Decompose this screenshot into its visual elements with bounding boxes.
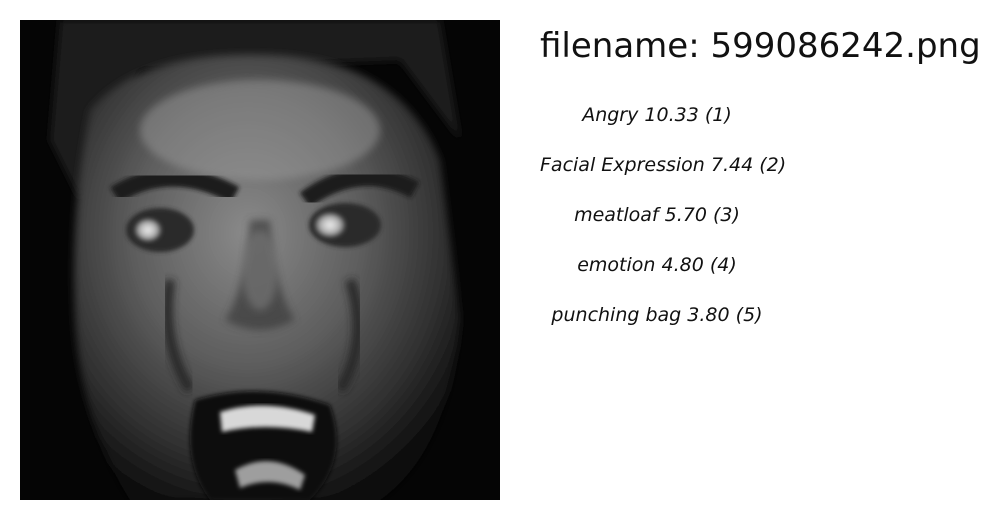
prediction-item: punching bag 3.80 (5) — [540, 300, 774, 350]
prediction-rank: (2) — [759, 154, 787, 176]
prediction-item: emotion 4.80 (4) — [540, 250, 774, 300]
face-photo-graphic — [20, 20, 500, 500]
prediction-score: 4.80 — [661, 254, 704, 276]
prediction-score: 3.80 — [687, 304, 730, 326]
filename-label: filename: — [540, 26, 700, 66]
prediction-score: 10.33 — [644, 104, 699, 126]
prediction-rank: (1) — [704, 104, 732, 126]
prediction-label: Facial Expression — [540, 154, 705, 176]
prediction-rank: (4) — [709, 254, 737, 276]
face-photo — [20, 20, 500, 500]
prediction-label: emotion — [577, 254, 656, 276]
prediction-list: Angry 10.33 (1) Facial Expression 7.44 (… — [540, 100, 786, 350]
prediction-label: meatloaf — [574, 204, 659, 226]
prediction-rank: (3) — [713, 204, 740, 226]
prediction-rank: (5) — [735, 304, 763, 326]
prediction-label: punching bag — [551, 304, 682, 326]
filename-value: 599086242.png — [710, 26, 981, 66]
prediction-item: meatloaf 5.70 (3) — [540, 200, 774, 250]
prediction-item: Facial Expression 7.44 (2) — [540, 150, 786, 200]
prediction-item: Angry 10.33 (1) — [540, 100, 774, 150]
filename-heading: filename: 599086242.png — [540, 24, 981, 68]
prediction-score: 7.44 — [710, 154, 754, 176]
prediction-label: Angry — [582, 104, 639, 126]
prediction-score: 5.70 — [664, 204, 707, 226]
